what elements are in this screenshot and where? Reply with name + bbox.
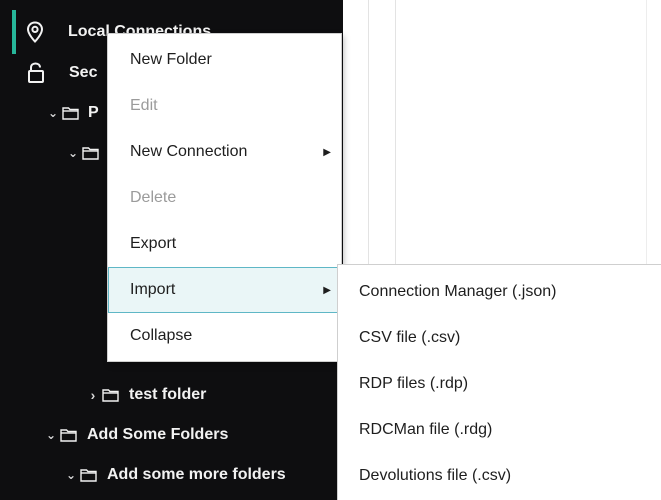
pane-divider <box>395 0 396 264</box>
chevron-down-icon[interactable]: ⌄ <box>44 428 58 442</box>
submenu-item-label: CSV file (.csv) <box>359 329 461 346</box>
folder-icon <box>102 388 119 402</box>
chevron-right-icon[interactable]: › <box>86 387 100 403</box>
tree-item-label: Add some more folders <box>107 466 286 483</box>
selection-accent-bar <box>12 10 16 54</box>
chevron-down-icon[interactable]: ⌄ <box>66 146 80 160</box>
submenu-item-label: Devolutions file (.csv) <box>359 467 512 484</box>
submenu-item-label: Connection Manager (.json) <box>359 283 557 300</box>
tree-item-label: Add Some Folders <box>87 426 229 443</box>
menu-item-edit[interactable]: Edit <box>108 83 341 129</box>
menu-item-delete[interactable]: Delete <box>108 175 341 221</box>
tree-item-test-folder[interactable]: › test folder <box>86 377 207 413</box>
unlock-icon <box>27 62 45 84</box>
import-csv-file[interactable]: CSV file (.csv) <box>338 315 661 361</box>
submenu-arrow-icon: ▶ <box>323 284 331 296</box>
folder-icon <box>80 468 97 482</box>
import-devolutions-file[interactable]: Devolutions file (.csv) <box>338 453 661 499</box>
pane-divider <box>646 0 647 264</box>
pane-divider <box>368 0 369 264</box>
map-pin-icon <box>26 21 44 43</box>
app-window: Local Connections Sec ⌄ P ⌄ › test folde… <box>0 0 661 500</box>
menu-item-label: Edit <box>130 97 158 114</box>
tree-item-folder[interactable]: ⌄ P <box>46 95 99 131</box>
submenu-item-label: RDCMan file (.rdg) <box>359 421 493 438</box>
tree-item-secure[interactable]: Sec <box>27 55 97 91</box>
menu-item-new-connection[interactable]: New Connection ▶ <box>108 129 341 175</box>
menu-item-label: Collapse <box>130 327 193 344</box>
tree-item-label: Sec <box>69 64 98 81</box>
menu-item-collapse[interactable]: Collapse <box>108 313 341 359</box>
submenu-item-label: RDP files (.rdp) <box>359 375 469 392</box>
menu-item-label: Delete <box>130 189 177 206</box>
chevron-down-icon[interactable]: ⌄ <box>46 106 60 120</box>
folder-icon <box>62 106 79 120</box>
submenu-arrow-icon: ▶ <box>323 146 331 158</box>
menu-item-label: New Connection <box>130 143 248 160</box>
menu-item-new-folder[interactable]: New Folder <box>108 37 341 83</box>
chevron-down-icon[interactable]: ⌄ <box>64 468 78 482</box>
menu-item-import[interactable]: Import ▶ <box>108 267 341 313</box>
tree-item-add-some-more-folders[interactable]: ⌄ Add some more folders <box>64 457 286 493</box>
import-rdcman-file[interactable]: RDCMan file (.rdg) <box>338 407 661 453</box>
folder-icon <box>82 146 99 160</box>
tree-item-add-some-folders[interactable]: ⌄ Add Some Folders <box>44 417 228 453</box>
tree-item-label: test folder <box>129 386 207 403</box>
folder-icon <box>60 428 77 442</box>
tree-item-subfolder[interactable]: ⌄ <box>66 135 99 171</box>
tree-item-label: P <box>88 104 99 121</box>
import-submenu: Connection Manager (.json) CSV file (.cs… <box>337 264 661 500</box>
import-rdp-files[interactable]: RDP files (.rdp) <box>338 361 661 407</box>
menu-item-export[interactable]: Export <box>108 221 341 267</box>
menu-item-label: Export <box>130 235 177 252</box>
import-connection-manager-json[interactable]: Connection Manager (.json) <box>338 269 661 315</box>
menu-item-label: Import <box>130 281 176 298</box>
menu-item-label: New Folder <box>130 51 212 68</box>
context-menu: New Folder Edit New Connection ▶ Delete … <box>107 33 342 362</box>
